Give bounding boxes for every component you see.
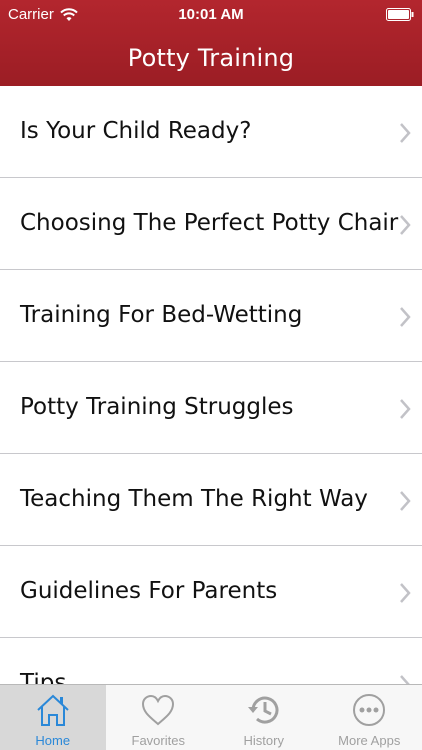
chevron-right-icon: [400, 307, 411, 327]
header: Carrier 10:01 AM Potty Training: [0, 0, 422, 86]
home-icon: [37, 694, 69, 726]
chevron-right-icon: [400, 215, 411, 235]
chevron-right-icon: [400, 583, 411, 603]
status-bar: Carrier 10:01 AM: [0, 0, 422, 30]
list-item-label: Tips: [20, 670, 67, 684]
list-item[interactable]: Training For Bed-Wetting: [0, 270, 422, 362]
tab-bar: Home Favorites History More Apps: [0, 684, 422, 750]
tab-more-apps[interactable]: More Apps: [317, 685, 422, 750]
more-icon: [353, 694, 386, 726]
list-item-label: Potty Training Struggles: [20, 394, 294, 420]
topic-list: Is Your Child Ready? Choosing The Perfec…: [0, 86, 422, 684]
list-item-label: Teaching Them The Right Way: [20, 486, 368, 512]
heart-icon: [142, 694, 175, 726]
chevron-right-icon: [400, 123, 411, 143]
list-item-label: Is Your Child Ready?: [20, 118, 252, 144]
tab-label: More Apps: [338, 733, 401, 748]
tab-label: Favorites: [131, 733, 185, 748]
battery-icon: [386, 8, 414, 21]
page-title: Potty Training: [127, 44, 295, 72]
list-item[interactable]: Is Your Child Ready?: [0, 86, 422, 178]
chevron-right-icon: [400, 399, 411, 419]
list-item-label: Training For Bed-Wetting: [20, 302, 303, 328]
tab-favorites[interactable]: Favorites: [106, 685, 212, 750]
list-item[interactable]: Choosing The Perfect Potty Chair: [0, 178, 422, 270]
list-item-label: Guidelines For Parents: [20, 578, 278, 604]
list-item[interactable]: Guidelines For Parents: [0, 546, 422, 638]
list-item[interactable]: Potty Training Struggles: [0, 362, 422, 454]
tab-label: Home: [35, 733, 71, 748]
app-screen: Carrier 10:01 AM Potty Training Is Your …: [0, 0, 422, 750]
status-time: 10:01 AM: [178, 6, 244, 23]
tab-label: History: [243, 733, 284, 748]
list-item-label: Choosing The Perfect Potty Chair: [20, 210, 399, 236]
chevron-right-icon: [400, 491, 411, 511]
history-icon: [247, 696, 279, 724]
chevron-right-icon: [400, 675, 410, 684]
list-item[interactable]: Tips: [0, 638, 422, 684]
tab-home[interactable]: Home: [0, 685, 106, 750]
tab-history[interactable]: History: [211, 685, 317, 750]
list-item[interactable]: Teaching Them The Right Way: [0, 454, 422, 546]
